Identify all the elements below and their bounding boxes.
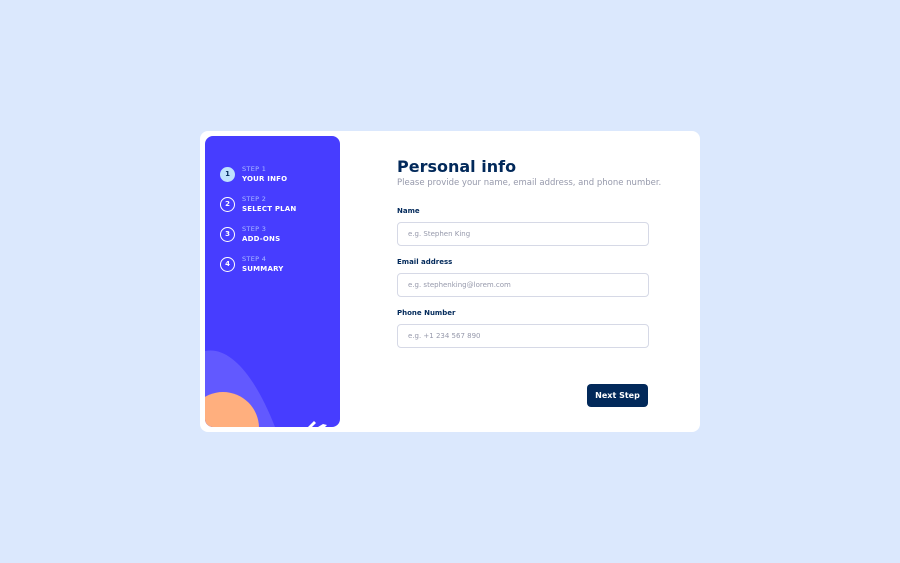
- step-sidebar: 1 STEP 1 YOUR INFO 2 STEP 2 SELECT PLAN …: [205, 136, 340, 427]
- form-card: 1 STEP 1 YOUR INFO 2 STEP 2 SELECT PLAN …: [200, 131, 700, 432]
- step-1[interactable]: 1 STEP 1 YOUR INFO: [220, 164, 287, 184]
- step-caption: STEP 3: [242, 225, 267, 233]
- page-title: Personal info: [397, 157, 517, 176]
- step-caption: STEP 4: [242, 255, 267, 263]
- step-3[interactable]: 3 STEP 3 ADD-ONS: [220, 224, 280, 244]
- email-label: Email address: [397, 258, 453, 266]
- name-input[interactable]: [397, 222, 649, 246]
- step-number-badge: 2: [220, 196, 235, 212]
- step-label: ADD-ONS: [242, 235, 281, 243]
- step-caption: STEP 1: [242, 165, 267, 173]
- phone-label: Phone Number: [397, 309, 456, 317]
- next-step-button[interactable]: Next Step: [587, 384, 648, 407]
- step-label: SELECT PLAN: [242, 205, 297, 213]
- step-label: SUMMARY: [242, 265, 284, 273]
- name-label: Name: [397, 207, 420, 215]
- step-number-badge: 4: [220, 256, 235, 272]
- step-caption: STEP 2: [242, 195, 267, 203]
- step-number-badge: 1: [220, 166, 235, 182]
- step-number-badge: 3: [220, 226, 235, 242]
- phone-input[interactable]: [397, 324, 649, 348]
- page-subtitle: Please provide your name, email address,…: [397, 178, 662, 188]
- step-2[interactable]: 2 STEP 2 SELECT PLAN: [220, 194, 296, 214]
- step-4[interactable]: 4 STEP 4 SUMMARY: [220, 254, 284, 274]
- step-label: YOUR INFO: [242, 175, 288, 183]
- email-input[interactable]: [397, 273, 649, 297]
